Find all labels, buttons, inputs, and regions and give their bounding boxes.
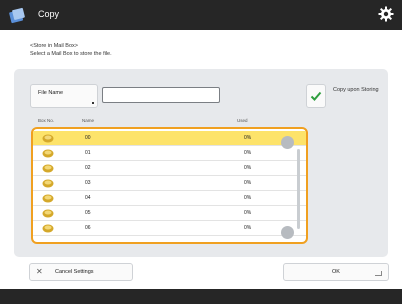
gear-icon[interactable] xyxy=(378,6,394,22)
scrollbar[interactable] xyxy=(297,149,300,229)
scroll-down-button[interactable] xyxy=(281,226,294,239)
used-percent: 0% xyxy=(244,210,252,216)
box-number: 01 xyxy=(85,150,91,156)
ok-button[interactable]: OK xyxy=(283,263,389,281)
title-bar: Copy xyxy=(0,0,402,30)
file-name-button[interactable]: File Name xyxy=(30,84,98,108)
box-number: 03 xyxy=(85,180,91,186)
box-number: 00 xyxy=(85,135,91,141)
used-percent: 0% xyxy=(244,150,252,156)
used-percent: 0% xyxy=(244,135,252,141)
corner-mark xyxy=(375,271,382,276)
mail-box-list[interactable]: 00 0% 01 0% 02 0% 03 0% 04 0% 05 0% 06 0… xyxy=(31,127,308,244)
copy-upon-storing-checkbox[interactable] xyxy=(306,84,326,108)
mail-box-icon xyxy=(42,194,54,203)
box-number: 04 xyxy=(85,195,91,201)
table-row[interactable]: 00 0% xyxy=(33,131,306,146)
mail-box-icon xyxy=(42,149,54,158)
mail-box-icon xyxy=(42,224,54,233)
file-name-label: File Name xyxy=(38,90,64,96)
column-header-used: Used xyxy=(237,118,248,123)
box-number: 06 xyxy=(85,225,91,231)
cancel-settings-button[interactable]: ✕ Cancel Settings xyxy=(29,263,133,281)
used-percent: 0% xyxy=(244,195,252,201)
breadcrumb: <Store in Mail Box> xyxy=(30,43,78,49)
table-row[interactable]: 02 0% xyxy=(33,161,306,176)
instruction-text: Select a Mail Box to store the file. xyxy=(30,51,112,57)
used-percent: 0% xyxy=(244,165,252,171)
used-percent: 0% xyxy=(244,225,252,231)
mail-box-icon xyxy=(42,179,54,188)
mail-box-icon xyxy=(42,209,54,218)
table-row[interactable]: 06 0% xyxy=(33,221,306,236)
column-header-name: Name xyxy=(82,118,95,123)
cancel-settings-label: Cancel Settings xyxy=(55,269,94,275)
copy-app-icon xyxy=(9,7,25,24)
app-title: Copy xyxy=(38,9,60,19)
scroll-up-button[interactable] xyxy=(281,136,294,149)
check-icon xyxy=(310,91,322,101)
table-row[interactable]: 03 0% xyxy=(33,176,306,191)
table-row[interactable]: 04 0% xyxy=(33,191,306,206)
box-number: 02 xyxy=(85,165,91,171)
table-row[interactable]: 05 0% xyxy=(33,206,306,221)
corner-mark xyxy=(92,102,94,104)
file-name-field[interactable] xyxy=(102,87,220,103)
mail-box-icon xyxy=(42,164,54,173)
ok-label: OK xyxy=(332,269,340,275)
column-header-box-no: Box No. xyxy=(38,118,55,123)
close-icon: ✕ xyxy=(36,267,43,276)
copy-upon-storing-label: Copy upon Storing xyxy=(333,87,379,93)
bottom-bar xyxy=(0,289,402,304)
used-percent: 0% xyxy=(244,180,252,186)
table-row[interactable]: 01 0% xyxy=(33,146,306,161)
box-number: 05 xyxy=(85,210,91,216)
mail-box-icon xyxy=(42,134,54,143)
